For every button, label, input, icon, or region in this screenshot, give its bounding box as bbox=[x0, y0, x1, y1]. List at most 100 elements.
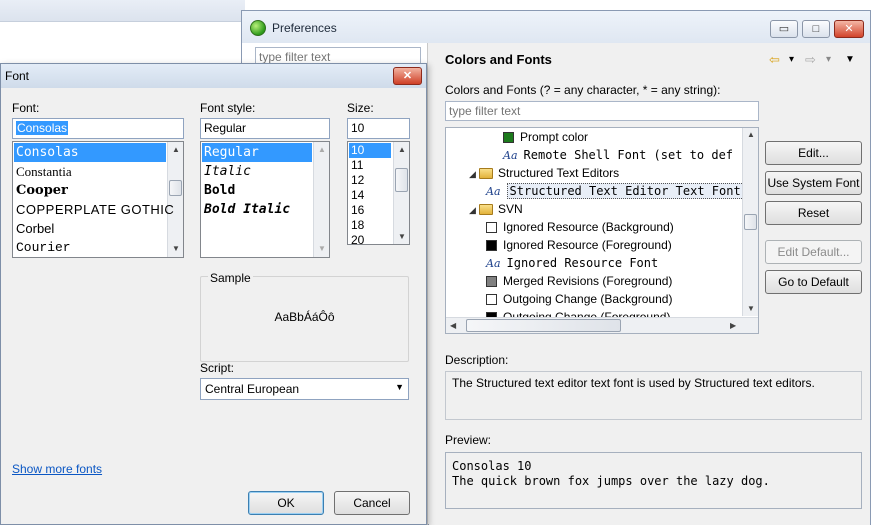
tree-item[interactable]: ◢ Structured Text Editors bbox=[469, 164, 619, 182]
cancel-button[interactable]: Cancel bbox=[334, 491, 410, 515]
show-more-fonts-link[interactable]: Show more fonts bbox=[12, 462, 102, 476]
script-value: Central European bbox=[205, 382, 300, 396]
scroll-up-icon[interactable]: ▲ bbox=[747, 130, 755, 139]
tree-vscroll-thumb[interactable] bbox=[744, 214, 757, 230]
colors-fonts-label: Colors and Fonts (? = any character, * =… bbox=[445, 83, 721, 97]
size-list-item[interactable]: 11 bbox=[349, 158, 391, 173]
size-list-scrollbar[interactable]: ▲ ▼ bbox=[393, 142, 409, 244]
maximize-button[interactable]: □ bbox=[802, 20, 830, 38]
size-list-item[interactable]: 18 bbox=[349, 218, 391, 233]
sample-label: Sample bbox=[208, 271, 253, 285]
tree-item-label: Structured Text Editor Text Font bbox=[506, 183, 744, 199]
preview-line-1: Consolas 10 bbox=[452, 459, 532, 473]
font-list-item[interactable]: Cooper bbox=[14, 181, 166, 200]
background-window bbox=[0, 0, 245, 65]
font-list[interactable]: ▲ ▼ Consolas Constantia Cooper COPPERPLATE … bbox=[12, 141, 184, 258]
back-arrow-icon[interactable]: ⇦ bbox=[769, 52, 780, 68]
font-style-field[interactable]: Regular bbox=[200, 118, 330, 139]
use-system-font-button[interactable]: Use System Font bbox=[765, 171, 862, 195]
size-list-item[interactable]: 12 bbox=[349, 173, 391, 188]
ok-button[interactable]: OK bbox=[248, 491, 324, 515]
tree-item[interactable]: Outgoing Change (Background) bbox=[486, 290, 672, 308]
colors-fonts-tree[interactable]: Prompt color Aa Remote Shell Font (set to … bbox=[445, 127, 759, 334]
expand-twisty-icon[interactable]: ◢ bbox=[469, 201, 479, 219]
page-title: Colors and Fonts bbox=[445, 52, 552, 67]
font-style-item[interactable]: Italic bbox=[202, 162, 312, 181]
font-list-item[interactable]: Consolas bbox=[14, 143, 166, 162]
tree-item[interactable]: Aa Structured Text Editor Text Font bbox=[486, 182, 744, 200]
font-dialog: Font ✕ Font: Consolas ▲ ▼ Consolas Consta… bbox=[0, 63, 427, 525]
font-list-item[interactable]: Constantia bbox=[14, 162, 166, 181]
tree-item[interactable]: Ignored Resource (Foreground) bbox=[486, 236, 672, 254]
colors-fonts-filter-input[interactable] bbox=[445, 101, 759, 121]
font-list-scrollbar[interactable]: ▲ ▼ bbox=[167, 142, 183, 257]
script-select[interactable]: Central European ▼ bbox=[200, 378, 409, 400]
preview-box: Consolas 10 The quick brown fox jumps ov… bbox=[445, 452, 862, 509]
preferences-titlebar[interactable]: Preferences ▭ □ ✕ bbox=[242, 11, 870, 43]
preferences-title: Preferences bbox=[272, 21, 337, 35]
tree-vertical-scrollbar[interactable]: ▲ ▼ bbox=[742, 128, 758, 316]
scroll-right-icon[interactable]: ▶ bbox=[730, 321, 736, 330]
view-menu-icon[interactable]: ▼ bbox=[845, 54, 855, 65]
font-style-item[interactable]: Bold Italic bbox=[202, 200, 312, 219]
size-list-item[interactable]: 14 bbox=[349, 188, 391, 203]
font-style-item[interactable]: Bold bbox=[202, 181, 312, 200]
scroll-up-icon[interactable]: ▲ bbox=[398, 145, 406, 154]
edit-default-button[interactable]: Edit Default... bbox=[765, 240, 862, 264]
font-style-item[interactable]: Regular bbox=[202, 143, 312, 162]
font-list-item[interactable]: COPPERPLATE GOTHIC bbox=[14, 200, 174, 219]
size-field[interactable]: 10 bbox=[347, 118, 410, 139]
expand-twisty-icon[interactable]: ◢ bbox=[469, 165, 479, 183]
size-label: Size: bbox=[347, 101, 374, 115]
scroll-down-icon[interactable]: ▼ bbox=[172, 244, 180, 253]
close-preferences-button[interactable]: ✕ bbox=[834, 20, 864, 38]
tree-item-label: Remote Shell Font (set to def bbox=[523, 148, 734, 162]
size-list-item[interactable]: 16 bbox=[349, 203, 391, 218]
scroll-down-icon[interactable]: ▼ bbox=[398, 232, 406, 241]
font-list-thumb[interactable] bbox=[169, 180, 182, 196]
edit-button[interactable]: Edit... bbox=[765, 141, 862, 165]
minimize-button[interactable]: ▭ bbox=[770, 20, 798, 38]
forward-arrow-icon[interactable]: ⇨ bbox=[805, 52, 816, 68]
style-list-scrollbar[interactable]: ▲ ▼ bbox=[313, 142, 329, 257]
eclipse-app-icon bbox=[250, 20, 266, 36]
reset-button[interactable]: Reset bbox=[765, 201, 862, 225]
folder-icon bbox=[479, 168, 493, 180]
size-list-item[interactable]: 10 bbox=[349, 143, 391, 158]
tree-item[interactable]: Aa Ignored Resource Font bbox=[486, 254, 658, 272]
back-menu-icon[interactable]: ▾ bbox=[789, 54, 794, 65]
tree-item[interactable]: Ignored Resource (Background) bbox=[486, 218, 674, 236]
tree-item[interactable]: Merged Revisions (Foreground) bbox=[486, 272, 672, 290]
tree-item-label: Prompt color bbox=[520, 130, 589, 144]
font-name-field[interactable]: Consolas bbox=[12, 118, 184, 139]
scroll-up-icon[interactable]: ▲ bbox=[172, 145, 180, 154]
close-font-dialog-button[interactable]: ✕ bbox=[393, 67, 422, 85]
font-name-value: Consolas bbox=[16, 121, 69, 135]
scroll-left-icon[interactable]: ◀ bbox=[450, 321, 456, 330]
font-list-item[interactable]: Corbel bbox=[14, 219, 166, 238]
tree-horizontal-scrollbar[interactable]: ◀ ▶ bbox=[446, 317, 758, 333]
scroll-up-icon[interactable]: ▲ bbox=[318, 145, 326, 154]
tree-item[interactable]: ◢ SVN bbox=[469, 200, 523, 218]
size-list[interactable]: ▲ ▼ 10 11 12 14 16 18 20 bbox=[347, 141, 410, 245]
go-to-default-button[interactable]: Go to Default bbox=[765, 270, 862, 294]
font-style-list[interactable]: ▲ ▼ Regular Italic Bold Bold Italic bbox=[200, 141, 330, 258]
tree-item-label: Ignored Resource (Background) bbox=[503, 220, 674, 234]
size-list-item[interactable]: 20 bbox=[349, 233, 391, 244]
tree-hscroll-thumb[interactable] bbox=[466, 319, 621, 332]
forward-menu-icon[interactable]: ▾ bbox=[826, 54, 831, 65]
font-dialog-titlebar[interactable]: Font ✕ bbox=[1, 64, 426, 88]
background-window-titlebar bbox=[0, 0, 245, 22]
color-swatch-icon bbox=[486, 222, 497, 234]
preview-line-2: The quick brown fox jumps over the lazy … bbox=[452, 474, 770, 488]
scroll-down-icon[interactable]: ▼ bbox=[747, 304, 755, 313]
tree-item[interactable]: Aa Remote Shell Font (set to def bbox=[503, 146, 733, 164]
preview-label: Preview: bbox=[445, 433, 492, 447]
font-list-item[interactable]: Courier bbox=[14, 238, 166, 257]
scroll-down-icon[interactable]: ▼ bbox=[318, 244, 326, 253]
size-list-thumb[interactable] bbox=[395, 168, 408, 192]
tree-item[interactable]: Prompt color bbox=[503, 128, 588, 146]
tree-item-label: Ignored Resource (Foreground) bbox=[503, 238, 672, 252]
color-swatch-icon bbox=[503, 132, 514, 144]
font-icon: Aa bbox=[503, 149, 518, 162]
